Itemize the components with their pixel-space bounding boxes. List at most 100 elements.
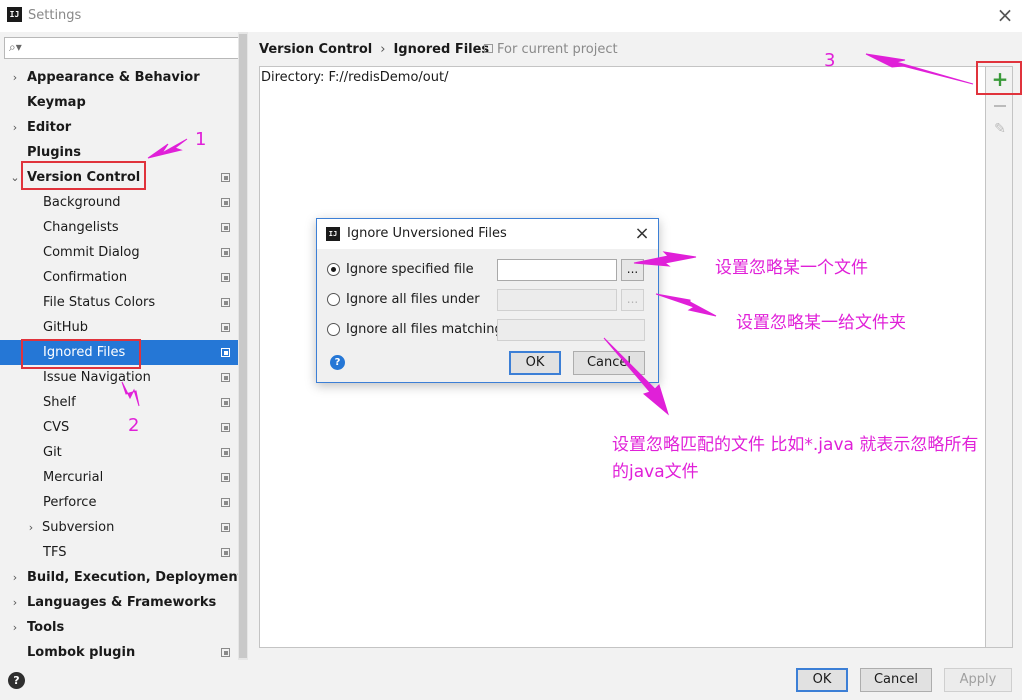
search-input[interactable] <box>27 40 237 56</box>
browse-file-button[interactable]: ... <box>621 259 644 281</box>
title-bar: IJ Settings × <box>0 0 1022 32</box>
tree-item-label: Changelists <box>43 220 119 235</box>
tree-item[interactable]: Changelists <box>0 215 238 240</box>
dialog-footer: ? OK Cancel Apply <box>0 660 1022 700</box>
sidebar-scrollbar-thumb[interactable] <box>239 34 247 658</box>
project-scope-icon <box>221 273 230 282</box>
tree-item[interactable]: Confirmation <box>0 265 238 290</box>
expanded-arrow-icon[interactable]: ⌄ <box>10 165 20 190</box>
collapsed-arrow-icon[interactable]: › <box>10 565 20 590</box>
tree-item[interactable]: › Tools <box>0 615 238 640</box>
tree-item-label: CVS <box>43 420 70 435</box>
collapsed-arrow-icon[interactable]: › <box>10 615 20 640</box>
tree-item-label: Build, Execution, Deployment <box>27 570 244 585</box>
files-under-input[interactable] <box>497 289 617 311</box>
tree-item[interactable]: Perforce <box>0 490 238 515</box>
tree-item[interactable]: Git <box>0 440 238 465</box>
search-icon: ⌕▾ <box>9 40 22 54</box>
tree-item-label: Issue Navigation <box>43 370 151 385</box>
dialog-ok-button[interactable]: OK <box>509 351 561 375</box>
project-scope-icon <box>221 423 230 432</box>
tree-item[interactable]: GitHub <box>0 315 238 340</box>
tree-item[interactable]: › Languages & Frameworks <box>0 590 238 615</box>
intellij-logo-icon: IJ <box>7 7 22 22</box>
tree-item-label: Background <box>43 195 121 210</box>
tree-item[interactable]: Mercurial <box>0 465 238 490</box>
help-icon[interactable]: ? <box>8 672 25 689</box>
tree-item-label: Ignored Files <box>43 345 126 360</box>
tree-item[interactable]: Shelf <box>0 390 238 415</box>
annotation-ignore-matching-line1: 设置忽略匹配的文件 比如*.java 就表示忽略所有 <box>612 435 979 455</box>
ok-button[interactable]: OK <box>796 668 848 692</box>
tree-item-label: File Status Colors <box>43 295 156 310</box>
dialog-close-button[interactable]: × <box>632 222 652 246</box>
browse-folder-button[interactable]: ... <box>621 289 644 311</box>
specified-file-input[interactable] <box>497 259 617 281</box>
remove-icon[interactable] <box>990 95 1010 115</box>
option-label[interactable]: Ignore all files matching <box>346 319 503 341</box>
tree-item[interactable]: Keymap <box>0 90 238 115</box>
tree-item[interactable]: Commit Dialog <box>0 240 238 265</box>
annotation-ignore-folder: 设置忽略某一给文件夹 <box>736 313 906 333</box>
project-scope-icon <box>221 523 230 532</box>
collapsed-arrow-icon[interactable]: › <box>10 590 20 615</box>
breadcrumb-parent[interactable]: Version Control <box>259 42 372 57</box>
tree-item[interactable]: CVS <box>0 415 238 440</box>
tree-item[interactable]: › Subversion <box>0 515 238 540</box>
annotation-ignore-file: 设置忽略某一个文件 <box>715 258 868 278</box>
annotation-number-3: 3 <box>824 50 836 71</box>
list-item[interactable]: Directory: F://redisDemo/out/ <box>261 69 448 87</box>
option-label[interactable]: Ignore specified file <box>346 259 474 281</box>
project-scope-icon <box>221 348 230 357</box>
tree-item[interactable]: Issue Navigation <box>0 365 238 390</box>
project-scope-icon <box>484 44 493 53</box>
window-title: Settings <box>28 8 82 23</box>
radio-specified-file[interactable] <box>327 263 340 276</box>
project-scope-icon <box>221 223 230 232</box>
breadcrumb: Version Control › Ignored Files <box>259 40 489 60</box>
annotation-number-1: 1 <box>195 129 207 150</box>
scope-label: For current project <box>484 40 618 60</box>
tree-item[interactable]: › Build, Execution, Deployment <box>0 565 244 590</box>
tree-item-label: Git <box>43 445 62 460</box>
apply-button[interactable]: Apply <box>944 668 1012 692</box>
project-scope-icon <box>221 498 230 507</box>
project-scope-icon <box>221 298 230 307</box>
tree-item[interactable]: ⌄ Version Control <box>0 165 238 190</box>
option-label[interactable]: Ignore all files under <box>346 289 480 311</box>
dialog-title-bar: IJ Ignore Unversioned Files × <box>317 219 658 249</box>
project-scope-icon <box>221 473 230 482</box>
annotation-ignore-matching-line2: 的java文件 <box>612 462 699 482</box>
tree-item-label: Version Control <box>27 170 141 185</box>
intellij-logo-icon: IJ <box>326 227 340 241</box>
tree-item-label: TFS <box>43 545 67 560</box>
tree-item-label: Keymap <box>27 95 86 110</box>
collapsed-arrow-icon[interactable]: › <box>10 65 20 90</box>
scope-text: For current project <box>497 42 618 57</box>
breadcrumb-separator: › <box>380 42 386 57</box>
collapsed-arrow-icon[interactable]: › <box>10 115 20 140</box>
tree-item[interactable]: › Appearance & Behavior <box>0 65 238 90</box>
close-window-button[interactable]: × <box>994 3 1016 27</box>
tree-item-label: Appearance & Behavior <box>27 70 200 85</box>
tree-item[interactable]: Ignored Files <box>0 340 238 365</box>
project-scope-icon <box>221 198 230 207</box>
project-scope-icon <box>221 248 230 257</box>
tree-item[interactable]: TFS <box>0 540 238 565</box>
tree-item-label: Commit Dialog <box>43 245 140 260</box>
project-scope-icon <box>221 173 230 182</box>
dialog-cancel-button[interactable]: Cancel <box>573 351 645 375</box>
cancel-button[interactable]: Cancel <box>860 668 932 692</box>
collapsed-arrow-icon[interactable]: › <box>26 515 36 540</box>
tree-item[interactable]: Background <box>0 190 238 215</box>
tree-item[interactable]: File Status Colors <box>0 290 238 315</box>
radio-files-under[interactable] <box>327 293 340 306</box>
add-icon[interactable]: + <box>990 69 1010 89</box>
settings-search[interactable]: ⌕▾ <box>4 37 242 59</box>
radio-files-matching[interactable] <box>327 323 340 336</box>
files-matching-input[interactable] <box>497 319 645 341</box>
sidebar-scrollbar[interactable] <box>238 32 248 660</box>
annotation-ignore-matching: 设置忽略匹配的文件 比如*.java 就表示忽略所有 的java文件 <box>612 432 1022 486</box>
edit-icon[interactable]: ✎ <box>990 119 1010 139</box>
dialog-help-icon[interactable]: ? <box>330 355 345 370</box>
